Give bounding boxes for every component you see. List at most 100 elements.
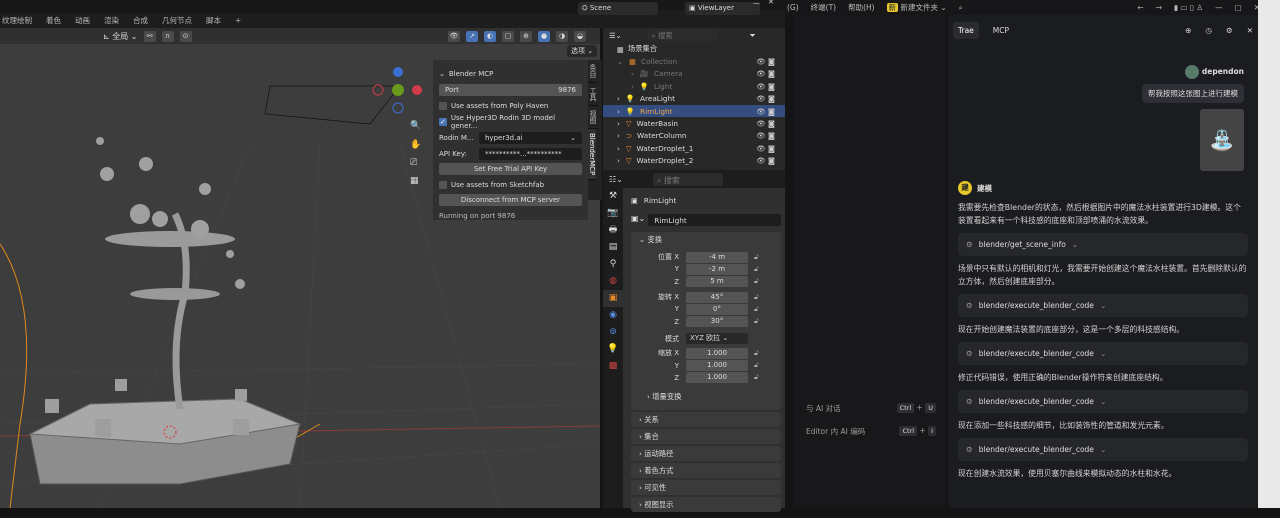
tab-animation[interactable]: 动画: [75, 15, 90, 26]
set-free-trial-api-key-button[interactable]: Set Free Trial API Key: [439, 163, 582, 175]
tool-call[interactable]: ⚙blender/execute_blender_code⌄: [958, 390, 1248, 413]
wireframe-shading-icon[interactable]: ⊕: [520, 31, 532, 42]
visibility-render-icons[interactable]: 👁 ◙: [756, 131, 775, 140]
lock-icon[interactable]: 🔓︎: [754, 317, 759, 326]
rodin-mode-dropdown[interactable]: hyper3d.ai⌄: [479, 132, 582, 144]
tab-scripting[interactable]: 脚本: [206, 15, 221, 26]
scale-value-field[interactable]: 1.000: [686, 360, 748, 371]
history-icon[interactable]: ◷: [1205, 26, 1212, 35]
tab-texture-paint[interactable]: 纹理绘制: [2, 15, 32, 26]
tool-call[interactable]: ⚙blender/get_scene_info⌄: [958, 233, 1248, 256]
rotation-value-field[interactable]: 30°: [686, 316, 748, 327]
visibility-render-icons[interactable]: 👁 ◙: [756, 82, 775, 91]
section-header[interactable]: › 可见性: [631, 480, 781, 495]
physics-icon[interactable]: ◉: [603, 307, 623, 324]
object-name-field[interactable]: RimLight: [648, 214, 781, 226]
location-value-field[interactable]: -4 m: [686, 252, 748, 263]
new-chat-icon[interactable]: ⊕: [1185, 26, 1191, 35]
section-header[interactable]: › 关系: [631, 412, 781, 427]
attached-image[interactable]: ⛲: [1200, 109, 1244, 171]
expand-chevron-icon[interactable]: ⌄: [617, 57, 623, 66]
back-icon[interactable]: ←: [1137, 3, 1143, 12]
chevron-down-icon[interactable]: ⌄: [1072, 240, 1078, 249]
tab-mcp[interactable]: MCP: [993, 26, 1009, 35]
filter-icon[interactable]: ⏷: [750, 31, 756, 41]
visibility-render-icons[interactable]: 👁 ◙: [756, 94, 775, 103]
api-key-input[interactable]: **********...**********: [479, 148, 582, 160]
menu-help[interactable]: 帮助(H): [848, 2, 875, 13]
outliner-row[interactable]: ›💡RimLight👁 ◙: [603, 105, 785, 117]
outliner-row[interactable]: ›▽WaterDroplet_2👁 ◙: [603, 155, 785, 167]
section-header[interactable]: › 着色方式: [631, 463, 781, 478]
lock-icon[interactable]: 🔓︎: [754, 305, 759, 314]
poly-haven-checkbox[interactable]: Use assets from Poly Haven: [439, 99, 582, 112]
display-mode-icon[interactable]: ☰⌄: [609, 31, 622, 40]
lock-icon[interactable]: 🔓︎: [754, 349, 759, 358]
expand-chevron-icon[interactable]: ›: [617, 156, 620, 165]
render-icon[interactable]: 📷: [603, 205, 623, 222]
outliner-row[interactable]: ⌄▦Collection👁 ◙: [603, 55, 785, 67]
tab-item[interactable]: 条目: [588, 60, 598, 83]
maximize-icon[interactable]: ▢: [1235, 3, 1242, 12]
chevron-down-icon[interactable]: ⌄: [1100, 445, 1106, 454]
rotation-mode-dropdown[interactable]: XYZ 欧拉 ⌄: [686, 333, 748, 344]
settings-icon[interactable]: ⚙: [1226, 26, 1233, 35]
navigation-gizmo[interactable]: [373, 67, 422, 113]
xray-icon[interactable]: ▢: [502, 31, 514, 42]
add-workspace-button[interactable]: +: [235, 16, 241, 25]
close-panel-icon[interactable]: ✕: [1247, 26, 1253, 35]
view-layer-icon[interactable]: ▤: [603, 239, 623, 256]
outliner-row[interactable]: ›▽WaterBasin👁 ◙: [603, 117, 785, 129]
window-minimize-icon[interactable]: —: [753, 0, 760, 7]
expand-chevron-icon[interactable]: ›: [631, 69, 634, 78]
object-icon[interactable]: ▣: [603, 290, 623, 307]
tab-geometry-nodes[interactable]: 几何节点: [162, 15, 192, 26]
visibility-render-icons[interactable]: 👁 ◙: [756, 57, 775, 66]
window-close-icon[interactable]: ✕: [768, 0, 774, 6]
disconnect-button[interactable]: Disconnect from MCP server: [439, 194, 582, 206]
visibility-render-icons[interactable]: 👁 ◙: [756, 156, 775, 165]
proportional-edit-icon[interactable]: ⊙: [180, 31, 192, 42]
tool-icon[interactable]: ⚒: [603, 188, 623, 205]
pivot-icon[interactable]: ⚯: [144, 31, 156, 42]
location-value-field[interactable]: -2 m: [686, 264, 748, 275]
lock-icon[interactable]: 🔓︎: [754, 373, 759, 382]
output-icon[interactable]: 🖶: [603, 222, 623, 239]
expand-chevron-icon[interactable]: ›: [617, 94, 620, 103]
tool-call[interactable]: ⚙blender/execute_blender_code⌄: [958, 294, 1248, 317]
rotation-value-field[interactable]: 0°: [686, 304, 748, 315]
texture-icon[interactable]: ▩: [603, 358, 623, 375]
chevron-down-icon[interactable]: ⌄: [1100, 397, 1106, 406]
scene-icon[interactable]: ⚲: [603, 256, 623, 273]
outliner-row[interactable]: ›💡AreaLight👁 ◙: [603, 93, 785, 105]
solid-shading-icon[interactable]: ●: [538, 31, 550, 42]
outliner-row[interactable]: ›🎥Camera👁 ◙: [603, 68, 785, 80]
hyper3d-checkbox[interactable]: ✓Use Hyper3D Rodin 3D model gener...: [439, 115, 582, 128]
scale-value-field[interactable]: 1.000: [686, 372, 748, 383]
scale-value-field[interactable]: 1.000: [686, 348, 748, 359]
expand-chevron-icon[interactable]: ›: [617, 144, 620, 153]
chevron-down-icon[interactable]: ⌄: [1100, 349, 1106, 358]
editor-type-icon[interactable]: ☷⌄: [609, 175, 623, 184]
scene-selector[interactable]: ⛭ Scene: [578, 2, 658, 15]
lock-icon[interactable]: 🔓︎: [754, 293, 759, 302]
constraints-icon[interactable]: ⊚: [603, 324, 623, 341]
visibility-render-icons[interactable]: 👁 ◙: [756, 144, 775, 153]
properties-search-input[interactable]: ⌕ 搜索: [653, 173, 723, 186]
outliner-row[interactable]: ›⊃WaterColumn👁 ◙: [603, 130, 785, 142]
lock-icon[interactable]: 🔓︎: [754, 253, 759, 262]
checkbox[interactable]: [439, 181, 447, 189]
snap-icon[interactable]: ∩: [162, 31, 174, 42]
tab-tool[interactable]: 工具: [588, 83, 598, 106]
overlay-icon[interactable]: ◐: [484, 31, 496, 42]
section-header[interactable]: › 运动路径: [631, 446, 781, 461]
world-icon[interactable]: ◍: [603, 273, 623, 290]
transform-section-header[interactable]: ⌄ 变换: [631, 232, 781, 247]
light-data-icon[interactable]: 💡: [603, 341, 623, 358]
tab-render[interactable]: 渲染: [104, 15, 119, 26]
outliner-row[interactable]: ›💡Light👁 ◙: [603, 80, 785, 92]
options-dropdown[interactable]: 选项 ⌄: [567, 45, 597, 57]
rendered-shading-icon[interactable]: ◒: [574, 31, 586, 42]
panel-header[interactable]: ⌄ Blender MCP: [439, 67, 582, 80]
chevron-down-icon[interactable]: ⌄: [1100, 301, 1106, 310]
